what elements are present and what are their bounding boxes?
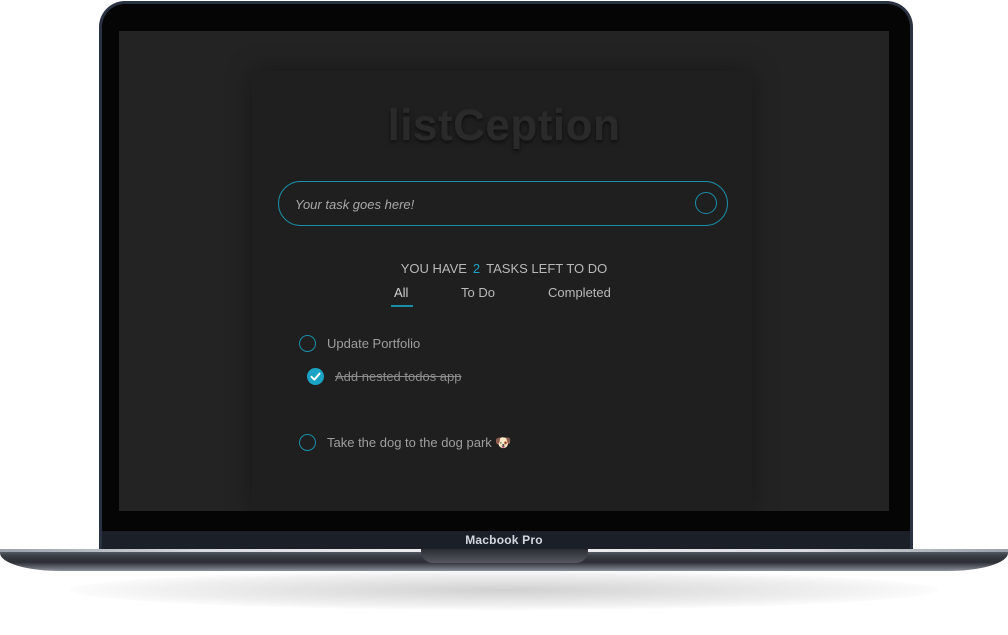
filter-tabs: All To Do Completed [119, 285, 889, 309]
task-input[interactable] [293, 182, 687, 226]
todo-checkbox-empty[interactable] [299, 335, 316, 352]
counter-count: 2 [472, 261, 481, 276]
tab-completed[interactable]: Completed [548, 285, 611, 300]
laptop-shadow [70, 570, 938, 610]
add-task-button[interactable] [695, 192, 717, 214]
todo-label: Add nested todos app [335, 369, 462, 384]
todo-label: Take the dog to the dog park 🐶 [327, 435, 512, 450]
tab-to-do[interactable]: To Do [461, 285, 495, 300]
laptop-screen: listCeption YOU HAVE 2 TASKS LEFT TO DO Al… [119, 31, 889, 511]
task-input-container [278, 181, 728, 226]
app-title: listCeption [387, 101, 621, 150]
todo-label: Update Portfolio [327, 336, 421, 351]
counter-prefix: YOU HAVE [400, 261, 467, 276]
checkmark-icon [310, 372, 321, 381]
active-tab-indicator [391, 305, 413, 307]
todo-checkbox-empty[interactable] [299, 434, 316, 451]
todo-checkbox-checked[interactable] [307, 368, 324, 385]
laptop-notch [421, 549, 588, 563]
tasks-left-counter: YOU HAVE 2 TASKS LEFT TO DO [119, 261, 889, 276]
counter-suffix: TASKS LEFT TO DO [486, 261, 608, 276]
device-model-label: Macbook Pro [465, 533, 543, 547]
tab-all[interactable]: All [394, 285, 408, 300]
